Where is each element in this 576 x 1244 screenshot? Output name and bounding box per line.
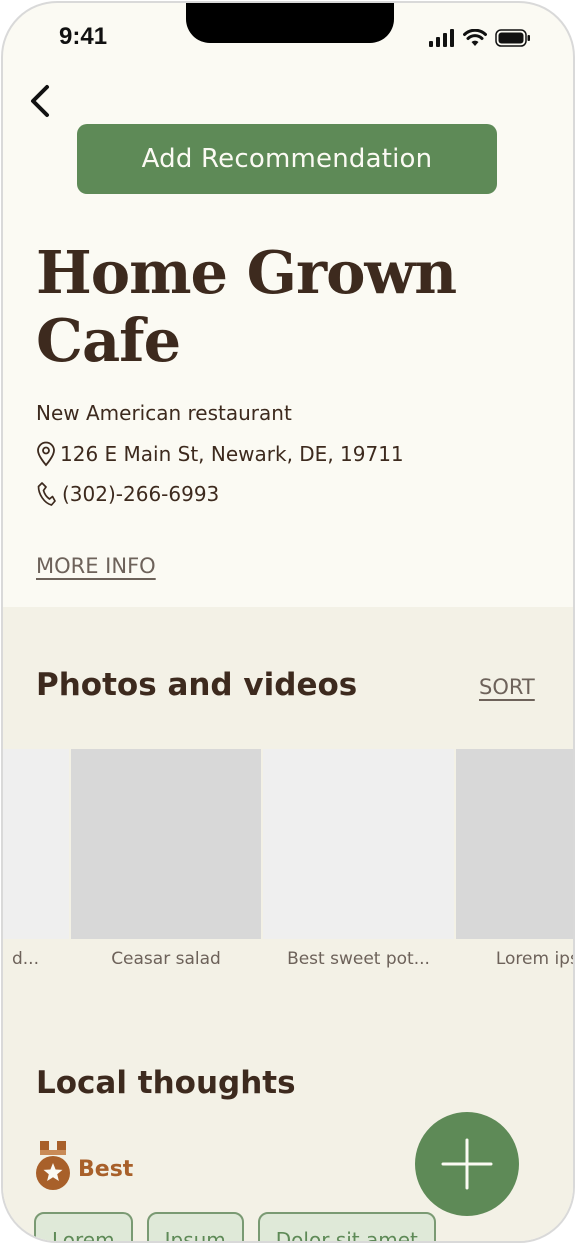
add-fab-button[interactable]: [415, 1112, 519, 1216]
tag-chip[interactable]: Ipsum: [146, 1212, 244, 1241]
tag-list: Lorem Ipsum Dolor sit amet: [34, 1212, 436, 1241]
sort-link[interactable]: SORT: [479, 675, 535, 699]
more-info-link[interactable]: MORE INFO: [36, 554, 156, 578]
photo-thumbnail[interactable]: Lorem ipsum: [456, 749, 573, 969]
plus-icon: [441, 1138, 493, 1190]
photo-caption: Ceasar salad: [111, 949, 221, 969]
photo-placeholder: [263, 749, 454, 939]
phone-icon: [37, 482, 56, 506]
best-badge-label: Best: [78, 1156, 134, 1182]
place-title: Home Grown Cafe: [36, 238, 457, 375]
tag-chip[interactable]: Lorem: [34, 1212, 133, 1241]
map-pin-icon: [37, 441, 55, 467]
battery-icon: [495, 29, 530, 47]
local-thoughts-title: Local thoughts: [36, 1065, 296, 1101]
phone-frame: 9:41 Add Recommendation Home Grown Cafe …: [1, 1, 575, 1243]
photo-placeholder: [3, 749, 69, 939]
place-phone[interactable]: (302)-266-6993: [36, 481, 219, 507]
signal-icon: [429, 29, 454, 47]
tag-chip[interactable]: Dolor sit amet: [257, 1212, 436, 1241]
status-icons: [429, 29, 531, 47]
photo-thumbnail[interactable]: Ceasar salad: [71, 749, 261, 969]
wifi-icon: [463, 29, 487, 46]
photo-gallery[interactable]: d... Ceasar salad Best sweet pot... Lore…: [3, 749, 573, 989]
add-recommendation-button[interactable]: Add Recommendation: [77, 124, 497, 194]
place-category: New American restaurant: [36, 401, 292, 425]
back-button[interactable]: [25, 81, 57, 121]
medal-star-icon: [36, 1141, 70, 1190]
photo-placeholder: [71, 749, 261, 939]
best-badge: Best: [34, 1139, 133, 1191]
address-text: 126 E Main St, Newark, DE, 19711: [60, 442, 404, 466]
photo-caption: d...: [11, 949, 39, 969]
place-address[interactable]: 126 E Main St, Newark, DE, 19711: [36, 441, 404, 467]
photo-thumbnail[interactable]: d...: [3, 749, 69, 969]
chevron-left-icon: [31, 85, 49, 117]
phone-text: (302)-266-6993: [62, 482, 220, 506]
photo-placeholder: [456, 749, 573, 939]
notch: [186, 3, 394, 43]
status-time: 9:41: [59, 23, 108, 50]
photo-caption: Best sweet pot...: [287, 949, 430, 969]
photos-section-title: Photos and videos: [36, 667, 358, 703]
photo-thumbnail[interactable]: Best sweet pot...: [263, 749, 454, 969]
photo-caption: Lorem ipsum: [495, 949, 573, 969]
